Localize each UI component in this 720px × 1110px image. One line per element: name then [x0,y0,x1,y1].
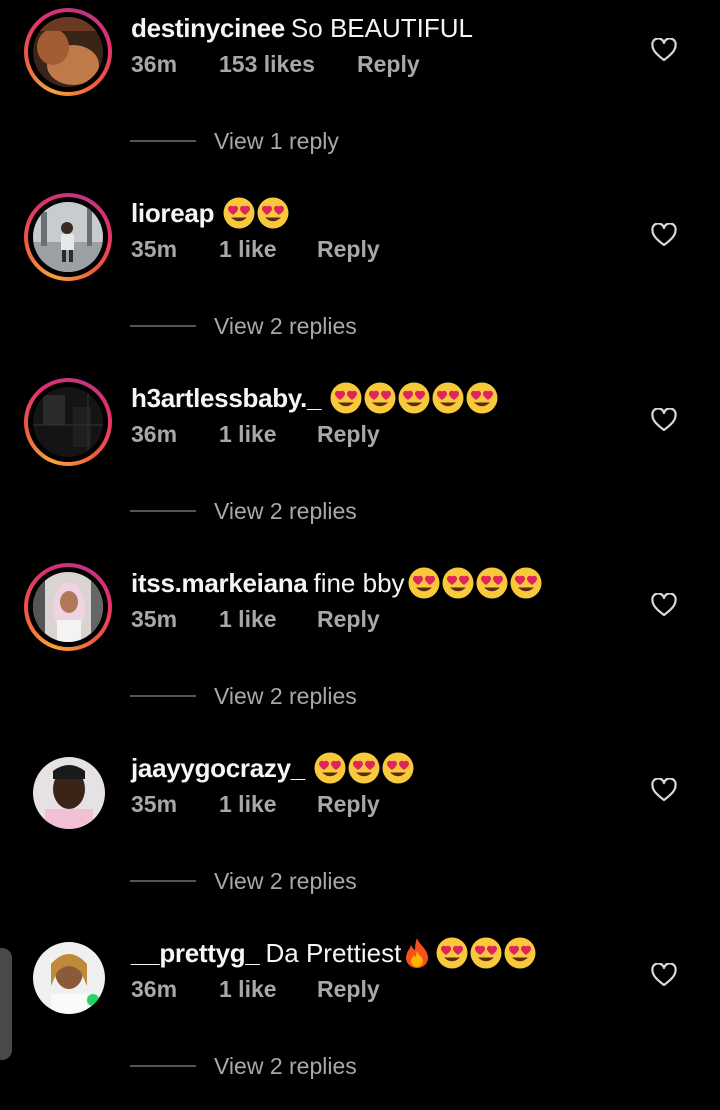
reply-button[interactable]: Reply [317,973,380,1005]
divider [130,510,196,512]
heart-eyes-emoji-icon [382,752,414,784]
divider [130,880,196,882]
view-replies-label: View 2 replies [214,497,357,524]
view-replies-button[interactable]: View 2 replies [130,495,357,527]
comment-likes[interactable]: 1 like [219,418,277,450]
heart-outline-icon[interactable] [651,408,677,432]
comment-username[interactable]: jaayygocrazy_ [131,750,305,786]
divider [130,695,196,697]
heart-eyes-emoji-icon [314,752,346,784]
heart-eyes-emoji-icon [223,197,255,229]
comment-emojis [329,381,499,415]
reply-button[interactable]: Reply [317,788,380,820]
view-replies-label: View 2 replies [214,867,357,894]
view-replies-button[interactable]: View 2 replies [130,1050,357,1082]
avatar-image [33,202,103,272]
comment-item: itss.markeiana fine bby 35m 1 like Reply… [0,555,720,740]
comment-likes[interactable]: 153 likes [219,48,315,80]
comment-likes[interactable]: 1 like [219,233,277,265]
comment-emojis [222,196,290,230]
heart-eyes-emoji-icon [476,567,508,599]
avatar[interactable] [24,8,112,96]
comment-text: Da Prettiest [265,938,402,968]
heart-eyes-emoji-icon [408,567,440,599]
view-replies-button[interactable]: View 2 replies [130,680,357,712]
comment-item: lioreap 35m 1 like Reply View 2 replies [0,185,720,370]
heart-eyes-emoji-icon [348,752,380,784]
divider [130,325,196,327]
comment-text: fine bby [313,568,405,598]
avatar-image [33,17,103,87]
comment-likes[interactable]: 1 like [219,788,277,820]
heart-outline-icon[interactable] [651,223,677,247]
heart-outline-icon[interactable] [651,593,677,617]
view-replies-button[interactable]: View 2 replies [130,310,357,342]
avatar-image [33,942,105,1014]
reply-button[interactable]: Reply [357,48,420,80]
comment-username[interactable]: __prettyg_ [131,935,260,971]
comment-item: jaayygocrazy_ 35m 1 like Reply View 2 re… [0,740,720,925]
heart-outline-icon[interactable] [651,38,677,62]
comment-username[interactable]: destinycinee [131,10,285,46]
avatar-image [33,387,103,457]
comment-emojis [403,936,537,970]
view-replies-button[interactable]: View 1 reply [130,125,339,157]
comment-likes[interactable]: 1 like [219,603,277,635]
heart-eyes-emoji-icon [257,197,289,229]
view-replies-button[interactable]: View 2 replies [130,865,357,897]
comment-time: 35m [131,606,178,632]
reply-button[interactable]: Reply [317,603,380,635]
comment-item: __prettyg_ Da Prettiest 36m 1 like Reply… [0,925,720,1110]
comment-time: 35m [131,791,178,817]
reply-button[interactable]: Reply [317,233,380,265]
heart-eyes-emoji-icon [466,382,498,414]
comment-text: So BEAUTIFUL [290,13,473,43]
comment-username[interactable]: lioreap [131,195,214,231]
comment-username[interactable]: itss.markeiana [131,565,308,601]
reply-button[interactable]: Reply [317,418,380,450]
comment-item: destinycinee So BEAUTIFUL 36m 153 likes … [0,0,720,185]
comment-emojis [407,566,543,600]
avatar[interactable] [24,748,112,836]
heart-eyes-emoji-icon [470,937,502,969]
comment-time: 36m [131,421,178,447]
avatar[interactable] [24,563,112,651]
heart-eyes-emoji-icon [364,382,396,414]
divider [130,1065,196,1067]
heart-outline-icon[interactable] [651,963,677,987]
heart-eyes-emoji-icon [330,382,362,414]
view-replies-label: View 2 replies [214,682,357,709]
avatar-image [33,572,103,642]
comment-time: 35m [131,236,178,262]
comment-time: 36m [131,51,178,77]
view-replies-label: View 2 replies [214,1052,357,1079]
avatar[interactable] [24,933,112,1021]
scrollbar-thumb[interactable] [0,948,12,1060]
avatar[interactable] [24,193,112,281]
heart-eyes-emoji-icon [436,937,468,969]
comment-likes[interactable]: 1 like [219,973,277,1005]
heart-eyes-emoji-icon [432,382,464,414]
comment-time: 36m [131,976,178,1002]
avatar[interactable] [24,378,112,466]
heart-eyes-emoji-icon [398,382,430,414]
heart-outline-icon[interactable] [651,778,677,802]
heart-eyes-emoji-icon [510,567,542,599]
heart-eyes-emoji-icon [504,937,536,969]
fire-emoji-icon [406,938,429,968]
comment-emojis [313,751,415,785]
avatar-image [33,757,105,829]
comment-username[interactable]: h3artlessbaby._ [131,380,321,416]
view-replies-label: View 2 replies [214,312,357,339]
comment-item: h3artlessbaby._ 36m 1 like Reply View 2 … [0,370,720,555]
view-replies-label: View 1 reply [214,127,339,154]
heart-eyes-emoji-icon [442,567,474,599]
divider [130,140,196,142]
